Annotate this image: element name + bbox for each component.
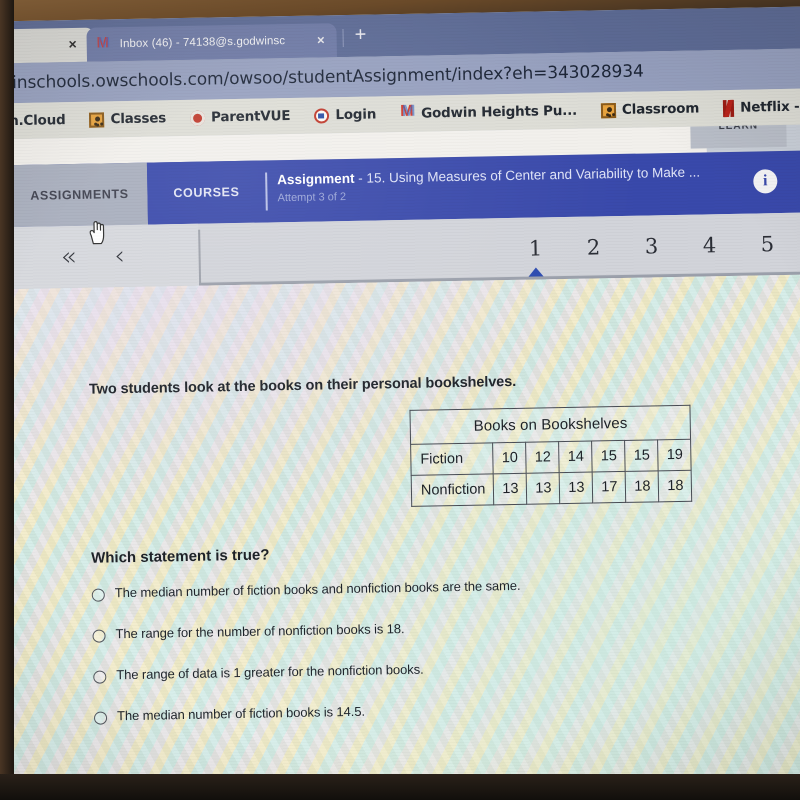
new-tab-button[interactable]: +	[354, 24, 366, 46]
pager-divider	[198, 229, 201, 286]
row-label-fiction: Fiction	[410, 442, 494, 476]
gmail-icon	[97, 38, 113, 51]
bookmark-label: Login	[335, 106, 377, 124]
learn-chip: LEARN	[690, 124, 787, 149]
address-bar-url: odwinschools.owschools.com/owsoo/student…	[0, 61, 644, 94]
cell: 13	[559, 472, 594, 504]
monitor-bezel-bottom	[0, 774, 800, 800]
pager-page-3[interactable]: 3	[622, 234, 680, 259]
browser-tab-title: Inbox (46) - 74138@s.godwinsc	[119, 35, 286, 51]
cell: 14	[559, 441, 593, 473]
assignment-title: - 15. Using Measures of Center and Varia…	[354, 164, 701, 186]
close-icon[interactable]: ×	[317, 32, 325, 47]
tab-divider	[342, 29, 344, 48]
first-page-icon[interactable]: «	[60, 242, 76, 272]
info-icon-glyph: i	[762, 172, 768, 190]
pager-page-1[interactable]: 1	[506, 236, 564, 261]
books-on-bookshelves-table: Books on Bookshelves Fiction 10 12 14 15…	[409, 404, 693, 507]
gmail-icon	[400, 106, 415, 121]
table-title-row: Books on Bookshelves	[409, 405, 692, 445]
prev-page-icon[interactable]: ‹	[114, 241, 125, 271]
answer-choice-label: The median number of fiction books is 14…	[116, 703, 366, 724]
info-icon[interactable]: i	[753, 169, 778, 194]
classroom-icon	[600, 102, 617, 118]
bookmark-label: Classes	[110, 110, 167, 128]
monitor-bezel-left	[0, 0, 14, 800]
browser-tab-inactive[interactable]: ×	[0, 27, 96, 64]
bookmark-label: Godwin Heights Pu...	[421, 102, 578, 122]
question-prompt: Two students look at the books on their …	[88, 373, 517, 398]
answer-choice-label: The median number of fiction books and n…	[114, 577, 521, 601]
table-row: Nonfiction 13 13 13 17 18 18	[411, 470, 693, 507]
assignment-word: Assignment	[277, 170, 355, 188]
bookmark-classes[interactable]: Classes	[77, 110, 178, 128]
close-icon[interactable]: ×	[68, 36, 76, 52]
radio-button[interactable]	[91, 588, 105, 602]
radio-button[interactable]	[92, 629, 106, 643]
table-title: Books on Bookshelves	[409, 405, 692, 445]
bookmark-label: ParentVUE	[210, 108, 291, 126]
pager-page-5[interactable]: 5	[738, 232, 796, 257]
cell: 12	[526, 441, 560, 474]
photographed-monitor: × Inbox (46) - 74138@s.godwinsc × + odwi…	[0, 0, 800, 800]
netflix-icon	[723, 99, 735, 117]
pager-page-4[interactable]: 4	[680, 233, 738, 258]
bookmark-netflix[interactable]: Netflix - Watch TV...	[711, 96, 800, 117]
assignment-info: Assignment - 15. Using Measures of Cente…	[277, 164, 748, 205]
bookmark-label: Netflix - Watch TV...	[740, 97, 800, 116]
assignment-heading: Assignment - 15. Using Measures of Cente…	[277, 164, 747, 188]
cell: 18	[658, 470, 693, 502]
pager-page-2[interactable]: 2	[564, 235, 622, 260]
bookmark-label: Classroom	[621, 100, 700, 118]
cell: 19	[658, 439, 692, 471]
bookmark-classroom[interactable]: Classroom	[589, 100, 711, 118]
learn-chip-label: LEARN	[718, 124, 759, 133]
row-label-nonfiction: Nonfiction	[411, 473, 495, 507]
cell: 10	[493, 442, 527, 474]
nav-divider	[265, 172, 268, 211]
tab-assignments-label: ASSIGNMENTS	[30, 186, 129, 203]
question-title: Which statement is true?	[90, 546, 270, 567]
table-row: Fiction 10 12 14 15 15 19	[410, 439, 692, 476]
bookmark-parentvue[interactable]: ParentVUE	[178, 108, 303, 126]
tab-assignments[interactable]: ASSIGNMENTS	[10, 162, 149, 228]
browser-tab-active[interactable]: Inbox (46) - 74138@s.godwinsc ×	[86, 23, 337, 62]
login-icon	[314, 107, 330, 124]
parentvue-icon	[189, 110, 206, 126]
cell: 15	[592, 440, 626, 473]
pager-page-numbers: 1 2 3 4 5	[506, 213, 800, 280]
bookmark-login[interactable]: Login	[302, 106, 388, 124]
bookmark-godwin-heights[interactable]: Godwin Heights Pu...	[388, 103, 589, 123]
cell: 15	[625, 439, 659, 472]
cell: 13	[493, 473, 528, 505]
radio-button[interactable]	[93, 711, 108, 725]
cell: 17	[592, 471, 627, 504]
tab-courses-label: COURSES	[173, 184, 240, 201]
attempt-text: Attempt 3 of 2	[277, 191, 347, 205]
hand-cursor-icon	[89, 220, 105, 245]
cell: 13	[526, 472, 561, 505]
classroom-icon	[89, 111, 105, 128]
tab-courses[interactable]: COURSES	[146, 160, 267, 225]
question-content-area: Two students look at the books on their …	[0, 274, 800, 800]
radio-button[interactable]	[93, 670, 107, 684]
screen-area: × Inbox (46) - 74138@s.godwinsc × + odwi…	[0, 6, 800, 800]
cell: 18	[625, 470, 660, 503]
answer-choices: The median number of fiction books and n…	[91, 575, 695, 750]
